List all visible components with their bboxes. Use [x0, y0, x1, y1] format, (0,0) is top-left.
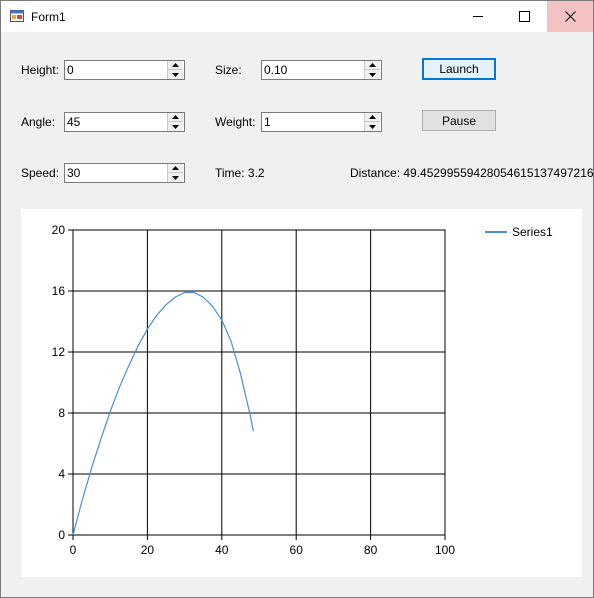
- angle-stepper[interactable]: [64, 112, 185, 132]
- maximize-icon: [518, 11, 530, 22]
- height-input[interactable]: [65, 61, 168, 79]
- y-tick-label: 12: [52, 345, 66, 359]
- size-input[interactable]: [262, 61, 365, 79]
- height-down-button[interactable]: [168, 70, 183, 79]
- angle-down-button[interactable]: [168, 122, 183, 131]
- size-up-button[interactable]: [365, 61, 380, 70]
- angle-label: Angle:: [21, 115, 56, 129]
- pause-button[interactable]: Pause: [422, 110, 496, 131]
- app-form-icon: [10, 10, 24, 22]
- close-button[interactable]: [547, 1, 593, 32]
- weight-spin-buttons[interactable]: [364, 113, 381, 131]
- speed-up-button[interactable]: [168, 164, 183, 173]
- window-title: Form1: [31, 10, 66, 24]
- angle-up-button[interactable]: [168, 113, 183, 122]
- x-tick-label: 40: [215, 543, 229, 557]
- minimize-button[interactable]: [455, 1, 501, 32]
- speed-input[interactable]: [65, 164, 168, 182]
- title-bar[interactable]: Form1: [1, 1, 593, 32]
- y-tick-label: 16: [52, 284, 66, 298]
- height-stepper[interactable]: [64, 60, 185, 80]
- y-tick-label: 4: [58, 467, 65, 481]
- close-icon: [564, 11, 576, 22]
- speed-down-button[interactable]: [168, 173, 183, 182]
- x-tick-label: 100: [435, 543, 455, 557]
- caret-up-icon: [172, 166, 179, 170]
- speed-label: Speed:: [21, 166, 60, 180]
- caret-down-icon: [369, 124, 376, 129]
- minimize-icon: [472, 16, 483, 17]
- caret-up-icon: [369, 63, 376, 67]
- speed-spin-buttons[interactable]: [167, 164, 184, 182]
- legend-entry: Series1: [512, 225, 553, 239]
- weight-down-button[interactable]: [365, 122, 380, 131]
- launch-button[interactable]: Launch: [422, 58, 496, 80]
- time-readout: Time: 3.2: [215, 166, 265, 180]
- caret-up-icon: [369, 115, 376, 119]
- caret-up-icon: [172, 115, 179, 119]
- caret-down-icon: [172, 124, 179, 129]
- caret-down-icon: [172, 72, 179, 77]
- y-tick-label: 0: [58, 528, 65, 542]
- size-down-button[interactable]: [365, 70, 380, 79]
- angle-input[interactable]: [65, 113, 168, 131]
- height-spin-buttons[interactable]: [167, 61, 184, 79]
- speed-stepper[interactable]: [64, 163, 185, 183]
- chart-panel: 0 20 40 60 80 100 0 4 8 12 16 20 Series1: [21, 209, 582, 577]
- caret-down-icon: [172, 175, 179, 180]
- size-spin-buttons[interactable]: [364, 61, 381, 79]
- weight-stepper[interactable]: [261, 112, 382, 132]
- distance-readout: Distance: 49.4529955942805461513749721​6…: [350, 166, 594, 180]
- x-tick-label: 0: [70, 543, 77, 557]
- series-line-series1: [72, 291, 254, 536]
- height-up-button[interactable]: [168, 61, 183, 70]
- height-label: Height:: [21, 63, 60, 77]
- y-tick-label: 20: [52, 223, 66, 237]
- y-tick-label: 8: [58, 406, 65, 420]
- caret-down-icon: [369, 72, 376, 77]
- trajectory-chart: 0 20 40 60 80 100 0 4 8 12 16 20 Series1: [52, 223, 553, 557]
- caret-up-icon: [172, 63, 179, 67]
- form1-window: Form1 Height: Size: Launch Angle:: [0, 0, 594, 598]
- weight-input[interactable]: [262, 113, 365, 131]
- x-tick-label: 20: [141, 543, 155, 557]
- weight-label: Weight:: [215, 115, 256, 129]
- angle-spin-buttons[interactable]: [167, 113, 184, 131]
- weight-up-button[interactable]: [365, 113, 380, 122]
- plot-area-border: [72, 229, 446, 536]
- size-label: Size:: [215, 63, 242, 77]
- x-tick-label: 80: [364, 543, 378, 557]
- maximize-button[interactable]: [501, 1, 547, 32]
- size-stepper[interactable]: [261, 60, 382, 80]
- x-tick-label: 60: [290, 543, 304, 557]
